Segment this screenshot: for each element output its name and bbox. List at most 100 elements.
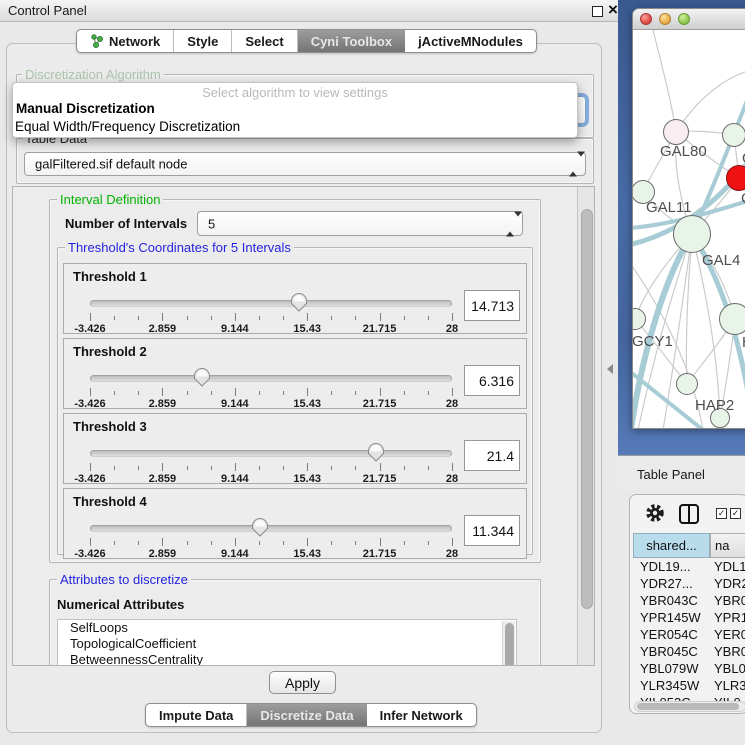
tab-style[interactable]: Style [174,30,232,52]
interval-definition-title: Interval Definition [57,192,163,207]
cell-shared-name[interactable]: YDR27... [633,575,710,592]
close-icon[interactable]: × [608,0,618,20]
cell-shared-name[interactable]: YBR043C [633,592,710,609]
table-row[interactable]: YLR345WYLR3 [633,677,745,694]
dropdown-hint: Select algorithm to view settings [13,85,577,100]
tick-label: -3.426 [74,323,105,335]
tab-style-label: Style [187,34,218,49]
tick-label: -3.426 [74,398,105,410]
threshold-3-label: Threshold 3 [73,419,147,434]
cell-shared-name[interactable]: YDL19... [633,558,710,575]
cell-name[interactable]: YPR1 [710,609,745,626]
tick-label: 15.43 [293,398,321,410]
slider-thumb[interactable] [367,442,385,462]
table-row[interactable]: YPR145WYPR1 [633,609,745,626]
cell-name[interactable]: YER0 [710,626,745,643]
tick-label: 21.715 [363,398,397,410]
tick-label: 28 [446,323,458,335]
apply-button[interactable]: Apply [269,671,336,694]
numerical-attributes-label: Numerical Attributes [57,597,184,612]
slider-track[interactable] [90,525,452,532]
panel-splitter-handle[interactable] [607,364,613,374]
window-minimize-button[interactable] [659,13,671,25]
list-item[interactable]: SelfLoops [58,620,516,636]
threshold-1-label: Threshold 1 [73,269,147,284]
cell-name[interactable]: YDL1 [710,558,745,575]
tab-discretize-data[interactable]: Discretize Data [247,704,366,726]
network-node-gal80[interactable] [663,119,689,145]
table-row[interactable]: YBL079WYBL0 [633,660,745,677]
column-header-name[interactable]: na [710,533,745,558]
network-node-right[interactable] [719,303,745,335]
tab-cyni-toolbox[interactable]: Cyni Toolbox [298,30,405,52]
threshold-2-value-input[interactable] [464,365,520,396]
settings-scrollbar[interactable] [577,187,595,666]
slider-tick-labels: -3.426 2.859 9.144 15.43 21.715 28 [90,548,452,560]
window-close-button[interactable] [640,13,652,25]
cell-name[interactable]: YLR3 [710,677,745,694]
tab-infer-network[interactable]: Infer Network [367,704,476,726]
threshold-3-value-input[interactable] [464,440,520,471]
slider-thumb[interactable] [290,292,308,312]
tab-network[interactable]: Network [77,30,174,52]
slider-thumb[interactable] [193,367,211,387]
network-node-selected-red[interactable] [726,165,745,191]
table-data-combobox[interactable]: galFiltered.sif default node [24,152,586,176]
threshold-3-slider[interactable]: -3.426 2.859 9.144 15.43 21.715 28 [90,442,452,484]
dropdown-option-equal-width[interactable]: Equal Width/Frequency Discretization [15,119,240,134]
threshold-4-slider[interactable]: -3.426 2.859 9.144 15.43 21.715 28 [90,517,452,559]
list-scrollbar[interactable] [502,621,515,666]
cell-shared-name[interactable]: YBR045C [633,643,710,660]
cell-name[interactable]: YBL0 [710,660,745,677]
float-window-icon[interactable] [592,6,603,17]
slider-track[interactable] [90,375,452,382]
threshold-2-slider[interactable]: -3.426 2.859 9.144 15.43 21.715 28 [90,367,452,409]
node-label-hap2: HAP2 [695,397,734,414]
cell-name[interactable]: YBR0 [710,643,745,660]
network-node-hap2[interactable] [676,373,698,395]
tick-label: 2.859 [149,473,177,485]
cell-shared-name[interactable]: YLR345W [633,677,710,694]
tick-label: -3.426 [74,548,105,560]
tab-select[interactable]: Select [232,30,297,52]
tab-jactivemnodules[interactable]: jActiveMNodules [405,30,536,52]
settings-scrollbar-thumb[interactable] [581,209,593,609]
column-header-shared-name[interactable]: shared... [633,533,710,558]
network-window-titlebar[interactable] [633,9,745,30]
cell-shared-name[interactable]: YPR145W [633,609,710,626]
network-node-gal4[interactable] [673,215,711,253]
checkbox-icon[interactable]: ✓ [730,508,741,519]
table-row[interactable]: YBR043CYBR0 [633,592,745,609]
slider-ticks [90,463,452,472]
list-item[interactable]: TopologicalCoefficient [58,636,516,652]
table-row[interactable]: YDR27...YDR2 [633,575,745,592]
network-node-top-right[interactable] [722,123,745,147]
slider-track[interactable] [90,450,452,457]
cell-shared-name[interactable]: YBL079W [633,660,710,677]
list-item[interactable]: BetweennessCentrality [58,652,516,666]
table-row[interactable]: YBR045CYBR0 [633,643,745,660]
checkbox-icon[interactable]: ✓ [716,508,727,519]
tab-impute-data[interactable]: Impute Data [146,704,247,726]
slider-thumb[interactable] [251,517,269,537]
tick-label: 2.859 [149,548,177,560]
table-row[interactable]: YER054CYER0 [633,626,745,643]
window-zoom-button[interactable] [678,13,690,25]
threshold-4-value-input[interactable] [464,515,520,546]
slider-track[interactable] [90,300,452,307]
dropdown-option-manual[interactable]: Manual Discretization [16,101,155,116]
column-layout-icon[interactable] [679,504,699,524]
cell-shared-name[interactable]: YER054C [633,626,710,643]
table-horizontal-scrollbar-thumb[interactable] [637,703,739,710]
threshold-1-slider[interactable]: -3.426 2.859 9.144 15.43 21.715 28 [90,292,452,334]
tick-label: 9.144 [221,323,249,335]
threshold-1-value-input[interactable] [464,290,520,321]
list-scrollbar-thumb[interactable] [505,623,514,666]
cell-name[interactable]: YDR2 [710,575,745,592]
table-row[interactable]: YDL19...YDL1 [633,558,745,575]
cell-name[interactable]: YBR0 [710,592,745,609]
combo-stepper-icon [569,157,578,172]
gear-icon[interactable] [645,503,665,523]
table-horizontal-scrollbar[interactable] [634,701,745,712]
number-of-intervals-combobox[interactable]: 5 [197,211,523,236]
